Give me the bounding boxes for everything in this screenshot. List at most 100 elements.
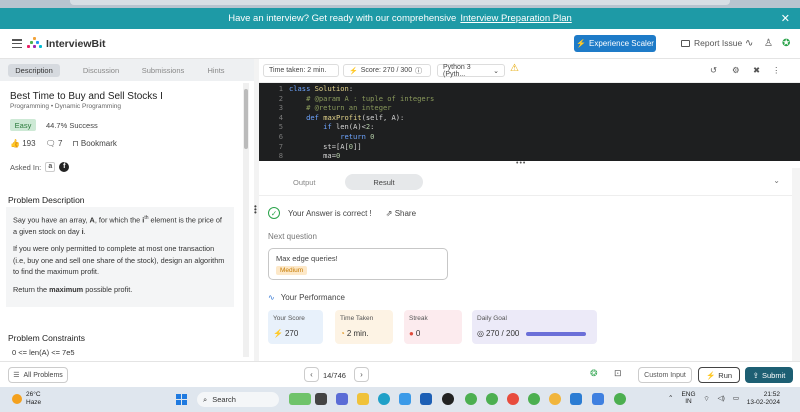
share-button[interactable]: ⇗ Share [386,209,416,218]
resize-handle-icon[interactable]: ••• [516,160,526,167]
goal-progress-bar [526,331,587,336]
chrome-icon[interactable] [507,393,519,405]
chrome-icon[interactable] [549,393,561,405]
region-code: IN [685,398,692,405]
language-indicator[interactable]: ENG IN [681,391,695,405]
clock-icon: ◔ [340,329,345,338]
custom-input-button[interactable]: Custom Input [638,367,692,383]
volume-icon[interactable]: ◁) [718,394,725,402]
code-content[interactable]: class Solution: # @param A : tuple of in… [289,84,434,161]
amazon-logo-icon[interactable]: a [45,162,56,172]
report-issue-button[interactable]: Report Issue [681,38,742,48]
chrome-icon[interactable] [465,393,477,405]
asked-in-label: Asked In: [10,162,42,172]
user-icon[interactable]: ♙ [764,38,773,49]
next-question-title: Max edge queries! [276,254,338,263]
more-icon[interactable]: ⋮ [772,65,781,76]
dell-icon[interactable] [442,393,454,405]
streak-icon[interactable]: ✪ [782,38,790,49]
taskbar-search[interactable]: ⌕ Search [197,392,279,407]
close-icon[interactable]: ✕ [781,12,790,25]
chevron-down-icon[interactable]: ⌄ [773,176,780,185]
menu-icon[interactable] [12,39,22,49]
check-icon: ✓ [268,207,280,219]
tab-hints[interactable]: Hints [198,64,234,77]
experience-scaler-button[interactable]: ⚡ Experience Scaler [574,35,656,52]
facebook-logo-icon[interactable]: f [59,162,70,172]
stat-label: Daily Goal [477,315,507,322]
constraint-1: 0 <= len(A) <= 7e5 [12,348,75,357]
windows-start-icon[interactable] [176,394,187,405]
submit-button[interactable]: ⇪ Submit [745,367,793,383]
file-explorer-icon[interactable] [357,393,369,405]
bookmark-button[interactable]: ⊓ Bookmark [72,139,117,148]
comments-button[interactable]: 🗨 7 [46,139,63,148]
tab-submissions[interactable]: Submissions [138,64,188,77]
interview-prep-link[interactable]: Interview Preparation Plan [460,13,571,24]
store-icon[interactable] [399,393,411,405]
tab-discussion[interactable]: Discussion [76,64,126,77]
bolt-icon: ⚡ [705,370,716,380]
calculator-icon[interactable] [570,393,582,405]
line-number: 2 [278,93,283,103]
settings-icon[interactable]: ⚙ [732,65,740,76]
app-icon[interactable] [289,393,311,405]
bookmark-label: Bookmark [80,139,117,148]
word-icon[interactable] [420,393,432,405]
score-label: Score: 270 / 300 [360,67,413,74]
chevron-up-icon[interactable]: ⌃ [668,394,673,402]
run-button[interactable]: ⚡ Run [698,367,740,383]
clock-time: 21:52 [763,391,780,398]
line-number: 7 [278,141,283,151]
clock[interactable]: 21:52 13-02-2024 [744,391,780,407]
stat-daily-goal: Daily Goal ◎ 270 / 200 [472,310,597,344]
left-scrollbar[interactable] [243,83,249,357]
line-number: 6 [278,131,283,141]
logo-text[interactable]: InterviewBit [46,38,106,50]
weather-text: 26°C Haze [26,391,41,406]
desc-text: possible profit. [85,284,133,294]
address-bar[interactable] [70,0,730,5]
next-question-card[interactable]: Max edge queries! Medium [268,248,448,280]
stat-number: 270 / 200 [485,329,520,338]
tab-description[interactable]: Description [8,64,60,77]
tab-result[interactable]: Result [345,174,423,190]
right-scrollbar[interactable] [792,168,800,361]
chrome-icon[interactable] [614,393,626,405]
photos-icon[interactable] [592,393,604,405]
promo-banner: Have an interview? Get ready with our co… [0,8,800,29]
activity-icon[interactable]: ∿ [745,38,753,49]
edge-icon[interactable] [378,393,390,405]
desc-text: Say you have an array, [13,215,88,225]
wifi-icon[interactable]: ⌔ [704,394,710,403]
task-view-icon[interactable] [315,393,327,405]
info-icon[interactable]: ⓘ [415,66,422,76]
prev-problem-button[interactable]: ‹ [304,367,319,382]
all-problems-button[interactable]: ☰ All Problems [8,367,68,383]
share-icon: ⇗ [385,208,393,218]
stat-streak: Streak ● 0 [404,310,462,344]
reactions: 👍 193 🗨 7 ⊓ Bookmark [10,139,117,148]
chrome-icon[interactable] [528,393,540,405]
ai-assist-icon[interactable]: ❂ [590,368,598,379]
upload-icon: ⇪ [752,370,759,380]
problem-title: Best Time to Buy and Sell Stocks I [10,91,163,102]
result-tabs: Output Result ⌄ [259,168,800,196]
language-select[interactable]: Python 3 (Pyth... ⌄ [437,63,505,78]
collapse-icon[interactable]: ✖ [753,65,760,76]
teams-icon[interactable] [336,393,348,405]
code-editor[interactable]: 1 2 3 4 5 6 7 8 class Solution: # @param… [259,83,800,161]
weather-widget[interactable]: 26°C Haze [12,391,41,406]
reset-icon[interactable]: ↺ [710,65,717,76]
browser-strip [0,0,800,8]
like-button[interactable]: 👍 193 [10,139,36,148]
next-problem-button[interactable]: › [354,367,369,382]
terminal-icon[interactable]: ⊡ [614,368,622,379]
chrome-icon[interactable] [486,393,498,405]
tab-output[interactable]: Output [293,178,316,187]
battery-icon[interactable]: ▭ [733,394,739,402]
language-label: Python 3 (Pyth... [443,63,471,78]
line-number: 8 [278,151,283,161]
page-indicator: 14/746 [323,371,346,380]
warning-icon[interactable]: ⚠ [510,63,519,74]
